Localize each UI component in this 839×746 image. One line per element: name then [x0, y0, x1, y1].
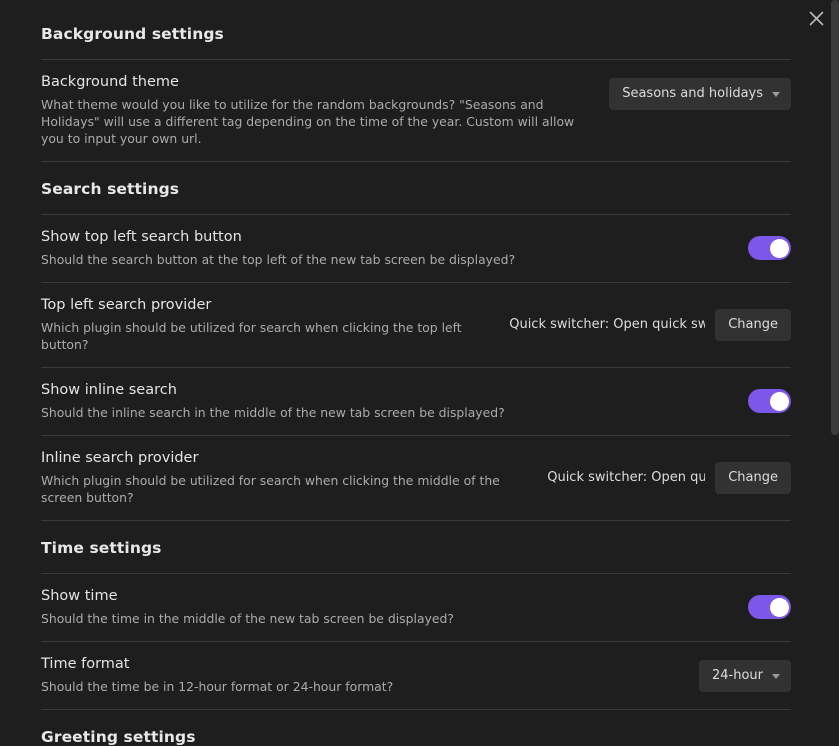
toggle-knob	[769, 391, 789, 411]
setting-label: Show top left search button	[41, 229, 242, 245]
setting-description: Should the time in the middle of the new…	[41, 611, 454, 626]
settings-scroll-area[interactable]: Background settings Background theme What …	[0, 0, 839, 746]
dropdown-value: Seasons and holidays	[622, 86, 763, 101]
setting-description: What theme would you like to utilize for…	[41, 97, 575, 146]
setting-control: 24-hour	[698, 655, 791, 692]
setting-row: Show inline search Should the inline sear…	[41, 368, 791, 435]
setting-label: Background theme	[41, 74, 179, 90]
setting-control: Quick switcher: Open quick switc Change	[509, 308, 791, 341]
setting-control	[748, 595, 791, 619]
section-title: Search settings	[41, 180, 180, 198]
toggle-switch[interactable]	[748, 389, 791, 413]
settings-section: Background settings Background theme What …	[41, 0, 791, 162]
setting-info: Inline search provider Which plugin shoul…	[41, 449, 533, 506]
setting-description: Which plugin should be utilized for sear…	[41, 473, 500, 505]
dropdown-value: 24-hour	[711, 668, 763, 683]
setting-label: Show time	[41, 588, 118, 604]
toggle-knob	[769, 597, 789, 617]
setting-row: Show top left search button Should the se…	[41, 215, 791, 282]
section-title: Time settings	[41, 539, 162, 557]
chevron-down-icon	[772, 91, 780, 97]
provider-value: Quick switcher: Open quick switc	[509, 317, 706, 332]
setting-description: Should the inline search in the middle o…	[41, 405, 505, 420]
setting-control: Quick switcher: Open quick Change	[547, 461, 791, 494]
change-button[interactable]: Change	[715, 308, 791, 341]
setting-row: Background theme What theme would you lik…	[41, 60, 791, 161]
settings-content: Background settings Background theme What …	[0, 0, 832, 746]
toggle-switch[interactable]	[748, 236, 791, 260]
setting-row: Show time Should the time in the middle o…	[41, 574, 791, 641]
settings-section: Greeting settingsShow greetingShould the…	[41, 710, 791, 746]
section-title: Background settings	[41, 25, 224, 43]
setting-row: Inline search provider Which plugin shoul…	[41, 436, 791, 520]
setting-control	[748, 236, 791, 260]
setting-info: Show inline search Should the inline sear…	[41, 381, 734, 421]
setting-control	[748, 389, 791, 413]
close-icon	[809, 11, 824, 26]
setting-description: Should the search button at the top left…	[41, 252, 516, 267]
provider-value: Quick switcher: Open quick	[547, 470, 706, 485]
chevron-down-icon	[772, 673, 780, 679]
setting-label: Inline search provider	[41, 450, 199, 466]
scrollbar-track[interactable]	[831, 0, 839, 746]
scrollbar-thumb[interactable]	[831, 0, 839, 435]
close-button[interactable]	[802, 4, 830, 32]
setting-row: Time format Should the time be in 12-hour…	[41, 642, 791, 709]
setting-info: Show top left search button Should the se…	[41, 228, 734, 268]
dropdown-button[interactable]: 24-hour	[698, 660, 791, 692]
change-button[interactable]: Change	[715, 461, 791, 494]
setting-info: Background theme What theme would you lik…	[41, 73, 595, 147]
toggle-switch[interactable]	[748, 595, 791, 619]
setting-label: Top left search provider	[41, 297, 212, 313]
setting-control: Seasons and holidays	[609, 73, 791, 110]
section-title: Greeting settings	[41, 728, 196, 746]
setting-description: Should the time be in 12-hour format or …	[41, 679, 394, 694]
setting-description: Which plugin should be utilized for sear…	[41, 320, 462, 352]
settings-section: Search settings Show top left search butt…	[41, 162, 791, 521]
setting-label: Show inline search	[41, 382, 177, 398]
settings-dialog: Background settings Background theme What …	[0, 0, 839, 746]
settings-section: Time settings Show time Should the time in…	[41, 521, 791, 710]
setting-info: Time format Should the time be in 12-hour…	[41, 655, 685, 695]
toggle-knob	[769, 238, 789, 258]
setting-info: Top left search provider Which plugin sho…	[41, 296, 495, 353]
setting-label: Time format	[41, 656, 130, 672]
setting-row: Top left search provider Which plugin sho…	[41, 283, 791, 367]
setting-info: Show time Should the time in the middle o…	[41, 587, 734, 627]
dropdown-button[interactable]: Seasons and holidays	[609, 78, 791, 110]
